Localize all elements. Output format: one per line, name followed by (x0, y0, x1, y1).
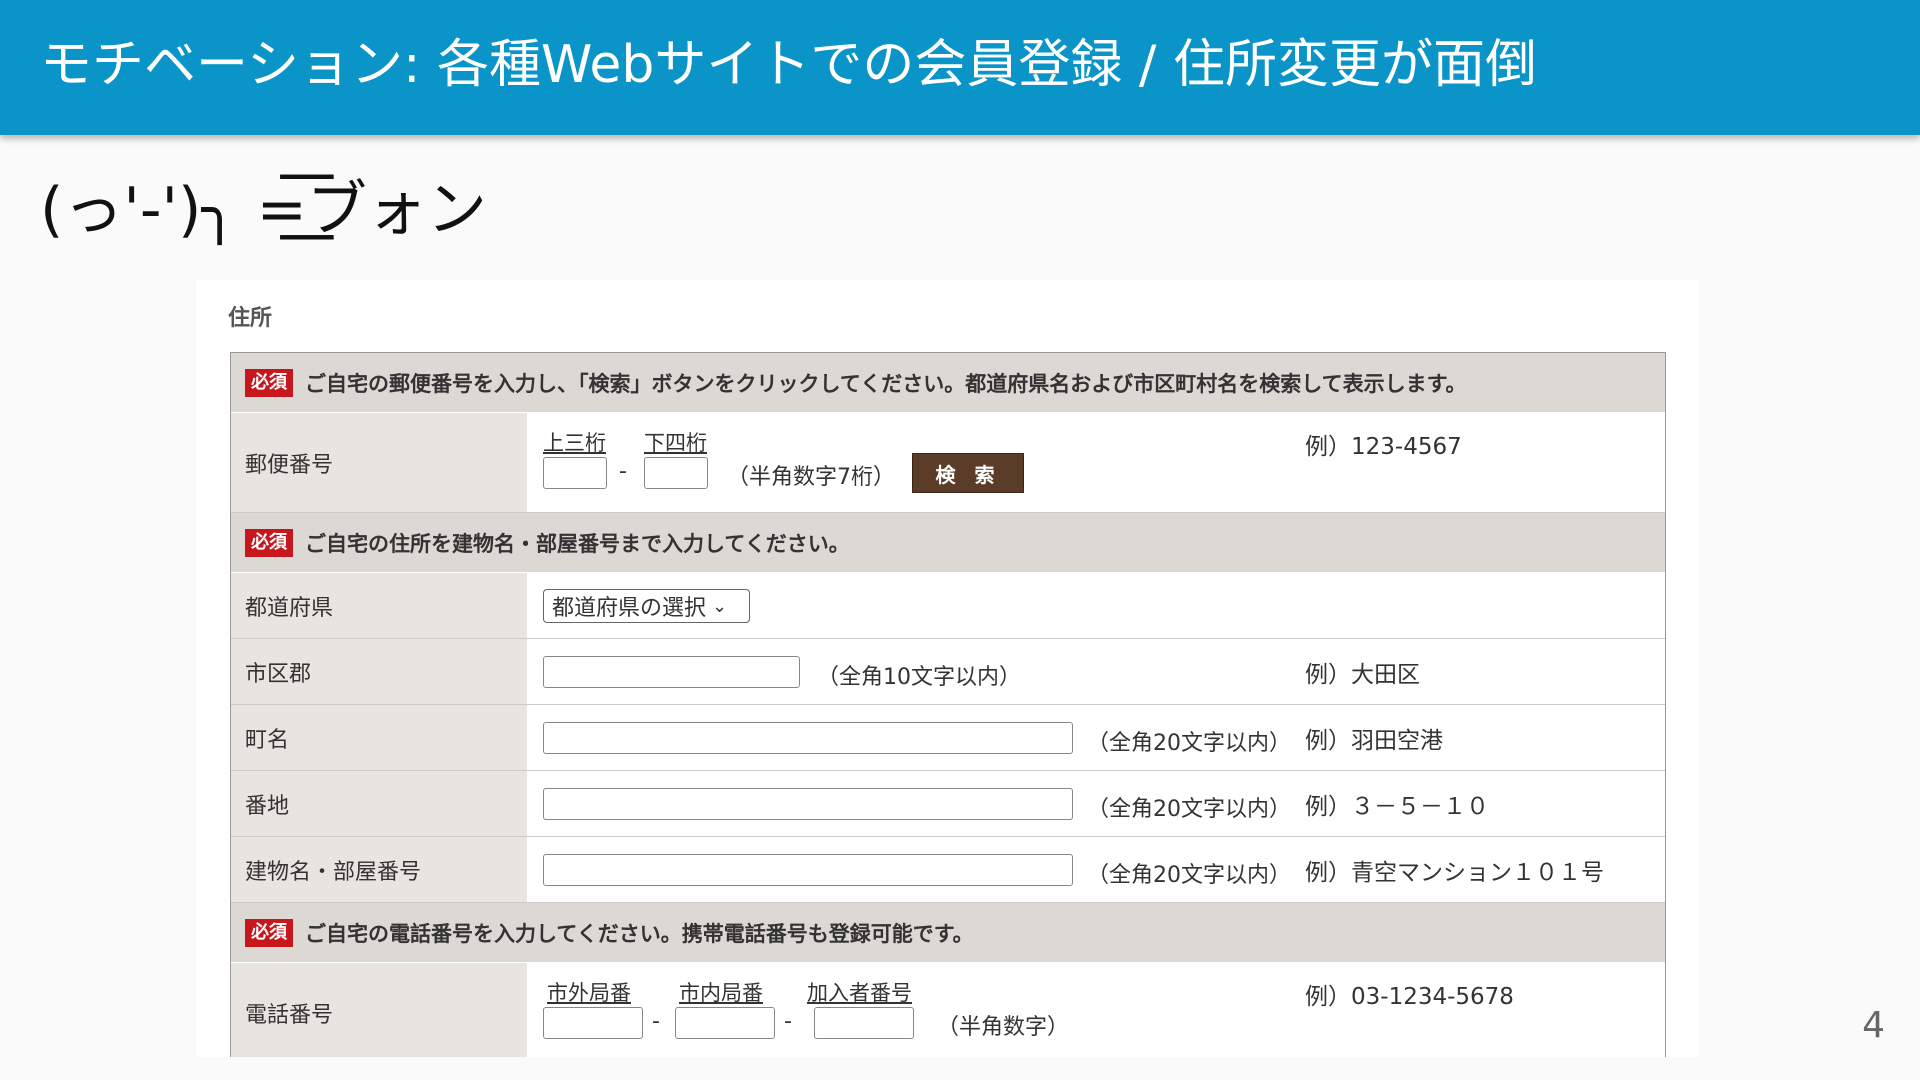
kaomoji-text: (っ'-')╮ =͟͟͞͞ブォン (40, 175, 487, 245)
block-note: （全角20文字以内） (1087, 797, 1291, 822)
search-button[interactable]: 検 索 (912, 453, 1024, 493)
postal-upper-input[interactable] (543, 457, 607, 489)
phone-notice-row: 必須 ご自宅の電話番号を入力してください。携帯電話番号も登録可能です。 (231, 903, 1665, 963)
section-title: 住所 (228, 306, 273, 331)
postal-note: （半角数字7桁） (727, 465, 895, 490)
postal-notice-row: 必須 ご自宅の郵便番号を入力し、「検索」ボタンをクリックしてください。都道府県名… (231, 353, 1665, 413)
slide-title: モチベーション: 各種Webサイトでの会員登録 / 住所変更が面倒 (40, 35, 1537, 95)
building-note: （全角20文字以内） (1087, 863, 1291, 888)
address-notice-row: 必須 ご自宅の住所を建物名・部屋番号まで入力してください。 (231, 513, 1665, 573)
block-input[interactable] (543, 788, 1073, 820)
building-label: 建物名・部屋番号 (231, 837, 527, 902)
town-row: 町名 （全角20文字以内） 例）羽田空港 (231, 705, 1665, 771)
phone-content: 市外局番 市内局番 加入者番号 - - （半角数字） 例）03-1234-567… (527, 963, 1665, 1057)
block-example: 例）３－５－１０ (1305, 794, 1489, 820)
block-label: 番地 (231, 771, 527, 836)
phone-notice-text: ご自宅の電話番号を入力してください。携帯電話番号も登録可能です。 (305, 921, 974, 946)
postal-separator: - (619, 459, 627, 484)
phone-label: 電話番号 (231, 963, 527, 1057)
prefecture-row: 都道府県 都道府県の選択 ⌄ (231, 573, 1665, 639)
local-code-input[interactable] (675, 1007, 775, 1039)
city-input[interactable] (543, 656, 800, 688)
city-note: （全角10文字以内） (817, 665, 1021, 690)
required-badge: 必須 (245, 368, 293, 397)
area-code-label: 市外局番 (547, 981, 631, 1005)
building-row: 建物名・部屋番号 （全角20文字以内） 例）青空マンション１０１号 (231, 837, 1665, 903)
page-number: 4 (1862, 1005, 1885, 1046)
building-content: （全角20文字以内） 例）青空マンション１０１号 (527, 837, 1665, 902)
city-content: （全角10文字以内） 例）大田区 (527, 639, 1665, 704)
required-badge: 必須 (245, 528, 293, 557)
postal-lower-input[interactable] (644, 457, 708, 489)
upper-digits-label: 上三桁 (543, 431, 606, 455)
building-input[interactable] (543, 854, 1073, 886)
postal-example: 例）123-4567 (1305, 434, 1462, 460)
slide-header: モチベーション: 各種Webサイトでの会員登録 / 住所変更が面倒 (0, 0, 1920, 135)
prefecture-content: 都道府県の選択 ⌄ (527, 573, 1665, 638)
postal-code-content: 上三桁 下四桁 - （半角数字7桁） 検 索 例）123-4567 (527, 413, 1665, 512)
phone-example: 例）03-1234-5678 (1305, 984, 1514, 1010)
block-row: 番地 （全角20文字以内） 例）３－５－１０ (231, 771, 1665, 837)
area-code-input[interactable] (543, 1007, 643, 1039)
local-code-label: 市内局番 (679, 981, 763, 1005)
city-example: 例）大田区 (1305, 662, 1420, 688)
town-label: 町名 (231, 705, 527, 770)
prefecture-select[interactable]: 都道府県の選択 ⌄ (543, 589, 750, 623)
address-notice-text: ご自宅の住所を建物名・部屋番号まで入力してください。 (305, 531, 850, 556)
prefecture-label: 都道府県 (231, 573, 527, 638)
phone-separator: - (652, 1009, 660, 1034)
town-example: 例）羽田空港 (1305, 728, 1443, 754)
postal-code-row: 郵便番号 上三桁 下四桁 - （半角数字7桁） 検 索 例）123-4567 (231, 413, 1665, 513)
town-note: （全角20文字以内） (1087, 731, 1291, 756)
building-example: 例）青空マンション１０１号 (1305, 860, 1604, 886)
lower-digits-label: 下四桁 (644, 431, 707, 455)
postal-code-label: 郵便番号 (231, 413, 527, 512)
subscriber-number-label: 加入者番号 (807, 981, 912, 1005)
town-content: （全角20文字以内） 例）羽田空港 (527, 705, 1665, 770)
address-form-screenshot: 住所 必須 ご自宅の郵便番号を入力し、「検索」ボタンをクリックしてください。都道… (196, 280, 1698, 1057)
required-badge: 必須 (245, 918, 293, 947)
phone-separator: - (784, 1009, 792, 1034)
chevron-down-icon: ⌄ (712, 595, 728, 617)
prefecture-select-value: 都道府県の選択 (552, 596, 707, 621)
city-label: 市区郡 (231, 639, 527, 704)
postal-notice-text: ご自宅の郵便番号を入力し、「検索」ボタンをクリックしてください。都道府県名および… (305, 371, 1467, 396)
address-form-table: 必須 ご自宅の郵便番号を入力し、「検索」ボタンをクリックしてください。都道府県名… (230, 352, 1666, 1057)
block-content: （全角20文字以内） 例）３－５－１０ (527, 771, 1665, 836)
city-row: 市区郡 （全角10文字以内） 例）大田区 (231, 639, 1665, 705)
phone-row: 電話番号 市外局番 市内局番 加入者番号 - - （半角数字） 例）03-123… (231, 963, 1665, 1057)
subscriber-number-input[interactable] (814, 1007, 914, 1039)
town-input[interactable] (543, 722, 1073, 754)
phone-note: （半角数字） (937, 1015, 1070, 1040)
